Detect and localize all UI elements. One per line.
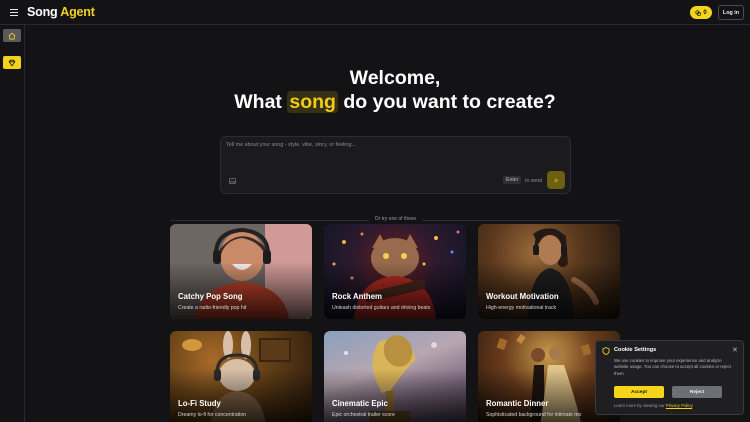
cookie-title: Cookie Settings [614,347,657,353]
suggestion-card-cinematic[interactable]: Cinematic Epic Epic orchestral trailer s… [324,331,466,422]
login-button[interactable]: Log in [718,5,744,20]
hero-highlight-word: song [287,91,338,113]
card-description: Create a radio-friendly pop hit [178,305,247,311]
welcome-heading: Welcome, [349,67,441,89]
top-header: Song Agent 0 Log in [0,0,750,25]
suggestion-card-pop[interactable]: Catchy Pop Song Create a radio-friendly … [170,224,312,319]
cookie-footer-end: . [692,403,694,408]
cookie-banner: Cookie Settings ✕ We use cookies to impr… [595,340,744,415]
enter-key-hint: Enter [503,176,522,184]
card-title: Cinematic Epic [332,399,388,408]
divider-text: Or try one of these [368,216,423,222]
home-icon [8,32,16,39]
suggestion-card-workout[interactable]: Workout Motivation High-energy motivatio… [478,224,620,319]
suggestions-divider: Or try one of these [170,216,621,222]
song-prompt-box: Enter to send [220,136,571,194]
suggestion-card-lofi[interactable]: Lo-Fi Study Dreamy lo-fi for concentrati… [170,331,312,422]
hero-text-after: do you want to create? [337,91,556,113]
suggestion-card-rock[interactable]: Rock Anthem Unleash distorted guitars an… [324,224,466,319]
play-send-icon [554,177,559,183]
logo-text-agent: Agent [60,5,95,19]
card-title: Romantic Dinner [486,399,549,408]
hero-question: What song do you want to create? [0,91,750,114]
shield-icon [602,347,610,355]
sidebar-item-home[interactable] [3,29,21,42]
cookie-footer-text: Learn more by viewing our [614,403,665,408]
send-hint-text: to send [525,178,543,184]
card-description: Epic orchestral trailer score [332,412,395,418]
card-title: Workout Motivation [486,292,559,301]
card-title: Lo-Fi Study [178,399,221,408]
card-description: Unleash distorted guitars and driving be… [332,305,431,311]
app-logo[interactable]: Song Agent [27,5,95,19]
cookie-footer: Learn more by viewing our Privacy Policy… [614,403,693,408]
card-description: Dreamy lo-fi for concentration [178,412,247,418]
card-description: High-energy motivational track [486,305,557,311]
send-button[interactable] [547,171,565,189]
gem-icon [8,59,16,66]
coins-icon [695,9,702,16]
close-icon[interactable]: ✕ [732,346,738,354]
menu-icon[interactable] [10,9,18,17]
logo-text-song: Song [27,5,58,19]
image-upload-icon[interactable] [229,178,236,184]
hero-text-before: What [234,91,288,113]
card-title: Catchy Pop Song [178,292,243,301]
song-prompt-input[interactable] [226,142,546,162]
cookie-body: We use cookies to improve your experienc… [614,358,731,376]
credits-badge[interactable]: 0 [690,6,712,19]
privacy-policy-link[interactable]: Privacy Policy [666,403,692,408]
card-title: Rock Anthem [332,292,382,301]
credits-count: 0 [703,9,707,16]
reject-cookies-button[interactable]: Reject [672,386,722,398]
accept-cookies-button[interactable]: Accept [614,386,664,398]
card-description: Sophisticated background for intimate mo [486,412,582,418]
